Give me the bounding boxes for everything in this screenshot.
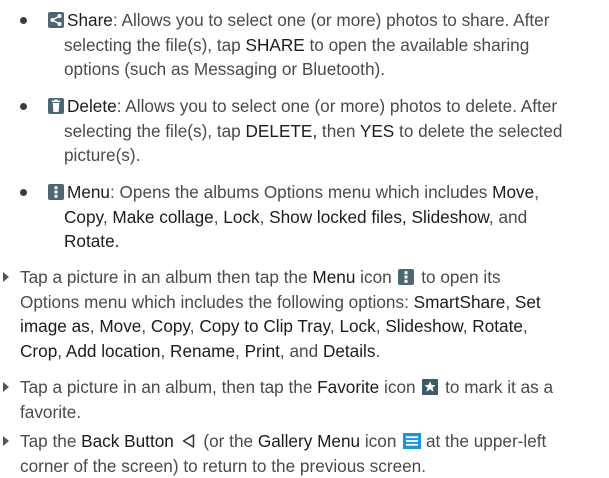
share-icon <box>48 12 64 28</box>
term-delete: Delete <box>67 96 117 116</box>
text-fragment: , <box>375 316 386 336</box>
text-fragment: , <box>141 316 151 336</box>
document-page: Share: Allows you to select one (or more… <box>0 0 609 478</box>
text-fragment: selecting the file(s), tap <box>64 120 246 141</box>
text-fragment: options (such as Messaging or Bluetooth)… <box>64 59 386 79</box>
bold-slideshow: Slideshow <box>411 206 489 227</box>
text-fragment: , <box>57 340 66 361</box>
bold-add-location: Add location <box>65 340 161 361</box>
bullet-dot <box>20 103 27 110</box>
text-fragment: to open the available sharing <box>304 34 530 55</box>
bullet-dot <box>20 17 27 24</box>
text-fragment: , <box>213 206 224 227</box>
text-fragment: . <box>375 340 381 361</box>
text-fragment: to open its <box>416 267 501 287</box>
text-fragment: icon <box>355 267 397 287</box>
bold-rotate: Rotate. <box>64 231 120 251</box>
text-fragment: then <box>317 120 360 141</box>
bold-favorite: Favorite <box>317 377 380 397</box>
bold-copy: Copy <box>150 316 190 336</box>
arrow-bullet-icon <box>3 436 9 446</box>
bold-yes-label: YES <box>359 120 395 141</box>
text-fragment: corner of the screen) to return to the p… <box>20 455 427 476</box>
menu-icon <box>48 184 64 200</box>
instruction-menu-options: Tap a picture in an album then tap the M… <box>3 265 603 363</box>
bold-menu: Menu <box>312 267 356 287</box>
text-fragment: icon <box>360 431 402 451</box>
bold-lock: Lock <box>339 316 376 336</box>
text-fragment: , <box>534 182 539 202</box>
menu-icon <box>398 269 415 285</box>
bold-print: Print <box>244 340 280 361</box>
bold-crop: Crop <box>20 340 58 361</box>
text-fragment: Tap a picture in an album then tap the <box>20 267 313 287</box>
instruction-favorite: Tap a picture in an album, then tap the … <box>3 375 603 424</box>
favorite-star-icon <box>422 379 439 395</box>
bold-delete-label: DELETE, <box>245 120 318 141</box>
text-fragment: to delete the selected <box>394 120 563 141</box>
text-fragment: , and <box>488 206 528 227</box>
text-fragment: : Opens the albums Options menu which in… <box>110 182 493 202</box>
text-fragment: picture(s). <box>64 145 141 165</box>
text-fragment: , <box>89 316 100 336</box>
bold-slideshow: Slideshow <box>385 316 463 336</box>
text-fragment: favorite. <box>20 401 82 422</box>
text-fragment: at the upper-left <box>421 431 547 451</box>
bold-move: Move <box>99 316 142 336</box>
text-fragment: , <box>189 316 200 336</box>
instruction-back: Tap the Back Button (or the Gallery Menu… <box>3 429 603 478</box>
arrow-bullet-icon <box>3 382 9 392</box>
bold-gallery-menu: Gallery Menu <box>257 431 361 451</box>
bold-rename: Rename <box>170 340 236 361</box>
bold-details: Details <box>322 340 376 361</box>
bold-rotate: Rotate <box>472 316 523 336</box>
text-fragment: , <box>505 291 515 312</box>
bold-smartshare: SmartShare <box>413 291 506 312</box>
bold-show-locked-files: Show locked files, <box>269 206 407 227</box>
text-fragment: : Allows you to select one (or more) pho… <box>112 10 550 30</box>
text-fragment: Tap a picture in an album, then tap the <box>20 377 318 397</box>
bullet-dot <box>20 189 27 196</box>
bold-image-as: image as <box>20 316 90 336</box>
bold-copy: Copy <box>64 206 103 227</box>
text-fragment: , and <box>279 340 323 361</box>
gallery-menu-icon <box>403 433 422 449</box>
term-menu: Menu <box>67 182 110 202</box>
text-fragment: selecting the file(s), tap <box>64 34 246 55</box>
list-item-share: Share: Allows you to select one (or more… <box>20 8 600 82</box>
back-triangle-icon <box>181 433 197 449</box>
bold-make-collage: Make collage <box>112 206 214 227</box>
text-fragment: Options menu which includes the followin… <box>20 291 414 312</box>
bold-back-button: Back Button <box>81 431 174 451</box>
bold-set: Set <box>514 291 541 312</box>
text-fragment: (or the <box>198 431 258 451</box>
bold-move: Move <box>492 182 535 202</box>
arrow-bullet-icon <box>3 272 9 282</box>
text-fragment: , <box>235 340 245 361</box>
text-fragment: : Allows you to select one (or more) pho… <box>116 96 558 116</box>
text-fragment: Tap the <box>20 431 82 451</box>
bold-copy-to-clip-tray: Copy to Clip Tray <box>199 316 330 336</box>
text-fragment: , <box>102 206 113 227</box>
text-fragment: , <box>522 316 528 336</box>
list-item-menu: Menu: Opens the albums Options menu whic… <box>20 180 600 254</box>
text-fragment: , <box>462 316 473 336</box>
text-fragment: to mark it as a <box>440 377 554 397</box>
term-share: Share <box>67 10 113 30</box>
text-fragment: icon <box>379 377 421 397</box>
text-fragment: , <box>329 316 340 336</box>
bold-lock: Lock <box>223 206 260 227</box>
text-fragment: , <box>160 340 171 361</box>
text-fragment: , <box>259 206 270 227</box>
bold-share-label: SHARE <box>245 34 305 55</box>
delete-icon <box>48 98 64 114</box>
list-item-delete: Delete: Allows you to select one (or mor… <box>20 94 600 168</box>
